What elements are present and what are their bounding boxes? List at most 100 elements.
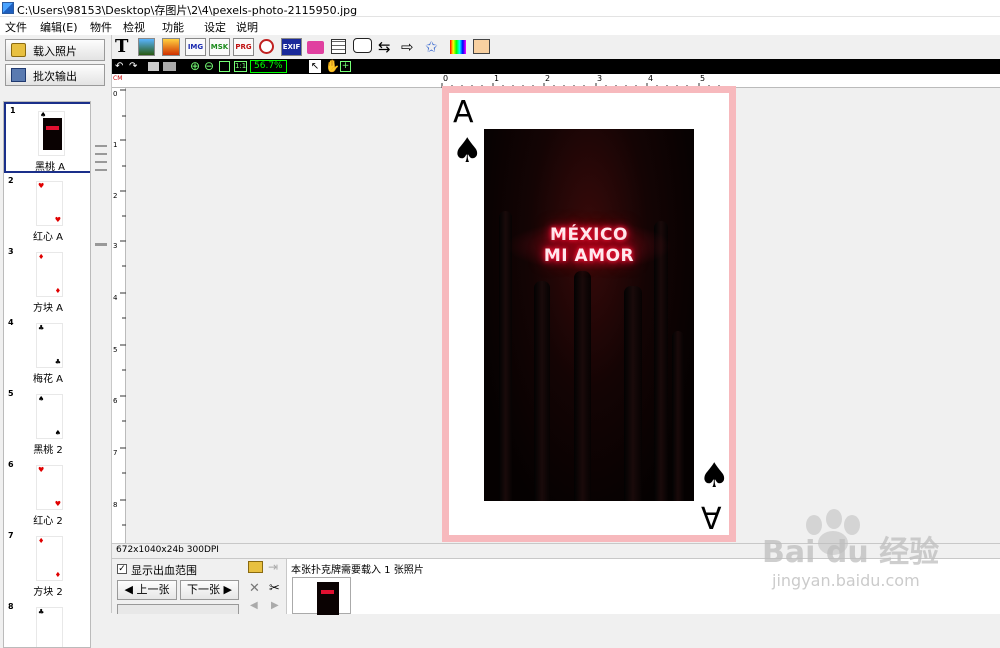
card-thumb-label: 红心 A [32, 232, 64, 243]
hand-tool-icon[interactable]: ✋ [325, 59, 340, 73]
spade-icon: ♠ [452, 131, 483, 171]
text-tool-button[interactable]: T [115, 36, 128, 57]
photo-hint: 本张扑克牌需要载入 1 张照片 [291, 565, 424, 576]
suit-pip-icon: ♠ [38, 395, 45, 403]
pointer-tool-icon[interactable]: ↖ [309, 60, 321, 73]
undo-icon[interactable]: ↶ [115, 61, 123, 72]
paste-icon[interactable] [163, 62, 176, 71]
background-tool-icon[interactable] [162, 38, 180, 56]
suit-pip-icon: ♦ [38, 253, 45, 261]
card-thumb-6[interactable]: 6 ♥ ♥ 红心 2 [4, 458, 90, 529]
card-thumb-number: 4 [8, 318, 14, 327]
thumbnail-scroll-handle[interactable] [93, 135, 109, 255]
color-palette-icon[interactable] [450, 40, 466, 54]
card-thumb-3[interactable]: 3 ♦ ♦ 方块 A [4, 245, 90, 316]
msk-button[interactable]: MSK [209, 38, 230, 56]
card-thumb-preview: ♠ ♠ [36, 394, 63, 439]
cake-icon[interactable] [307, 41, 324, 54]
move-left-icon[interactable]: ◀ [250, 600, 258, 611]
ruler-tick-label: 0 [443, 74, 449, 83]
menu-file[interactable]: 文件 [5, 19, 27, 35]
playing-card[interactable]: A ♠ MÉXICO MI AMOR ♠ A [442, 86, 736, 542]
menu-help[interactable]: 说明 [236, 19, 258, 35]
card-thumb-7[interactable]: 7 ♦ ♦ 方块 2 [4, 529, 90, 600]
left-panel: 载入照片 批次输出 1 ♠ 黑桃 A 2 ♥ ♥ 红心 A 3 ♦ ♦ 方块 A… [0, 35, 112, 648]
card-thumb-number: 1 [10, 106, 16, 115]
redo-icon[interactable]: ↷ [129, 61, 137, 72]
folder-icon [11, 43, 26, 57]
copy-icon[interactable] [148, 62, 159, 71]
calendar-icon[interactable] [331, 39, 346, 54]
actual-size-icon[interactable]: 1:1 [234, 61, 247, 72]
menu-edit[interactable]: 编辑(E) [40, 19, 78, 35]
ruler-tick-label: 7 [113, 449, 118, 457]
exif-button[interactable]: EXIF [281, 38, 302, 56]
delete-icon[interactable]: ✕ [249, 581, 260, 596]
fit-window-icon[interactable] [219, 61, 230, 72]
secondary-toolbar: ↶ ↷ ⊕ ⊖ 1:1 56.7% ↖ ✋ + [112, 59, 1000, 74]
card-rank-top: A [453, 95, 474, 130]
speech-bubble-icon[interactable] [353, 38, 372, 53]
suit-pip-icon: ♦ [38, 537, 45, 545]
card-thumb-label: 梅花 A [32, 374, 64, 385]
card-thumb-preview: ♠ [38, 111, 65, 156]
swap-arrows-icon[interactable]: ⇆ [378, 38, 391, 56]
suit-pip-icon: ♠ [40, 111, 47, 119]
card-thumb-label: 黑桃 A [34, 162, 66, 173]
card-thumb-label: 黑桃 2 [33, 445, 63, 456]
neon-text-line2: MI AMOR [543, 246, 635, 266]
image-tool-icon[interactable] [138, 38, 155, 56]
vertical-ruler: 0 1 2 3 4 5 6 7 8 [112, 88, 126, 543]
show-bleed-checkbox[interactable]: ✓ [117, 564, 127, 574]
menu-function[interactable]: 功能 [162, 19, 184, 35]
open-folder-icon[interactable] [248, 561, 263, 573]
load-photo-button[interactable]: 载入照片 [5, 39, 105, 61]
prg-button[interactable]: PRG [233, 38, 254, 56]
card-thumb-number: 5 [8, 389, 14, 398]
export-icon [11, 68, 26, 82]
card-photo[interactable]: MÉXICO MI AMOR [484, 129, 694, 501]
star-arrow-icon[interactable]: ✩ [425, 38, 438, 56]
baidu-watermark: Bai du 经验 jingyan.baidu.com [762, 505, 1000, 613]
crop-icon[interactable]: ✂ [269, 581, 280, 596]
arrow-right-icon[interactable]: ⇨ [401, 38, 414, 56]
show-bleed-label: 显示出血范围 [131, 564, 197, 577]
card-thumbnail-list[interactable]: 1 ♠ 黑桃 A 2 ♥ ♥ 红心 A 3 ♦ ♦ 方块 A 4 ♣ ♣ 梅花 … [3, 101, 91, 648]
card-thumb-number: 8 [8, 602, 14, 611]
frame-edit-icon[interactable] [473, 39, 490, 54]
prev-card-button[interactable]: ◀ 上一张 [117, 580, 177, 600]
ruler-tick-label: 8 [113, 501, 118, 509]
card-thumb-2[interactable]: 2 ♥ ♥ 红心 A [4, 174, 90, 245]
menu-settings[interactable]: 设定 [204, 19, 226, 35]
suit-pip-icon: ♥ [54, 500, 61, 508]
image-info: 672x1040x24b 300DPI [116, 545, 219, 555]
batch-export-button[interactable]: 批次输出 [5, 64, 105, 86]
menu-object[interactable]: 物件 [90, 19, 112, 35]
add-icon[interactable]: + [340, 61, 351, 72]
card-thumb-5[interactable]: 5 ♠ ♠ 黑桃 2 [4, 387, 90, 458]
zoom-level: 56.7% [250, 60, 287, 73]
replace-icon: ⇥ [268, 560, 279, 574]
move-right-icon[interactable]: ▶ [271, 600, 279, 611]
suit-pip-icon: ♥ [54, 216, 61, 224]
card-thumb-8[interactable]: 8 ♣ [4, 600, 90, 647]
card-thumb-4[interactable]: 4 ♣ ♣ 梅花 A [4, 316, 90, 387]
img-button[interactable]: IMG [185, 38, 206, 56]
ruler-tick-label: 2 [113, 192, 118, 200]
card-thumb-1[interactable]: 1 ♠ 黑桃 A [4, 102, 90, 173]
neon-text-line1: MÉXICO [550, 225, 628, 245]
menu-view[interactable]: 检视 [123, 19, 145, 35]
next-card-button[interactable]: 下一张 ▶ [180, 580, 239, 600]
card-rank-bottom: A [701, 499, 722, 534]
suit-pip-icon: ♣ [54, 358, 61, 366]
ruler-tick-label: 2 [545, 74, 551, 83]
zoom-in-icon[interactable]: ⊕ [190, 59, 200, 73]
watermark-brand: Bai du 经验 [762, 535, 940, 570]
card-thumb-preview: ♦ ♦ [36, 536, 63, 581]
card-thumb-number: 6 [8, 460, 14, 469]
clock-icon[interactable] [259, 39, 274, 54]
zoom-out-icon[interactable]: ⊖ [204, 59, 214, 73]
ruler-unit: CM [113, 75, 123, 82]
photo-slot-1[interactable] [292, 577, 351, 615]
suit-pip-icon: ♥ [38, 466, 45, 474]
